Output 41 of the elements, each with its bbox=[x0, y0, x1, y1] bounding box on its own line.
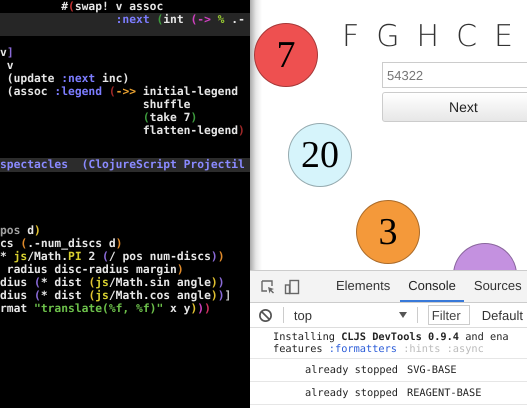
context-select[interactable]: top bbox=[294, 308, 407, 322]
code-line: shuffle bbox=[142, 98, 192, 111]
console-message: Installing CLJS DevTools 0.9.4 and ena features :formatters :hints :async bbox=[273, 331, 510, 355]
code-line: dius (* dist (js/Math.sin angle)) bbox=[0, 276, 226, 289]
next-button[interactable]: Next bbox=[382, 92, 527, 122]
code-line: (update :next inc) bbox=[6, 72, 130, 85]
device-icon[interactable] bbox=[284, 278, 300, 294]
code-line: rmat "translate(%f, %f)" x y))) bbox=[0, 302, 212, 315]
code-line: cs (.-num_discs d) bbox=[0, 237, 124, 250]
number-disc: 20 bbox=[288, 123, 352, 187]
legend-letter: H bbox=[416, 20, 440, 54]
devtools-tab[interactable]: Sources bbox=[466, 271, 527, 302]
code-line: (take 7) bbox=[142, 111, 198, 124]
filter-field[interactable]: Filter bbox=[428, 305, 470, 325]
code-line: pos d) bbox=[0, 224, 42, 237]
number-disc: 3 bbox=[356, 200, 420, 264]
code-line: #(swap! v assoc bbox=[60, 0, 164, 13]
code-line: radius disc-radius margin) bbox=[6, 263, 185, 276]
code-line: flatten-legend) bbox=[142, 124, 246, 137]
code-editor[interactable] bbox=[0, 0, 250, 408]
inspect-icon[interactable] bbox=[260, 278, 276, 294]
legend-letter: F bbox=[342, 20, 360, 54]
clear-console-icon[interactable] bbox=[258, 308, 273, 322]
code-line: * js/Math.PI 2 (/ pos num-discs)) bbox=[0, 250, 226, 263]
devtools-tab[interactable]: Console bbox=[400, 271, 464, 302]
console-value: SVG-BASE bbox=[407, 364, 457, 376]
code-line: v bbox=[6, 59, 15, 72]
console-message: already stopped bbox=[305, 387, 398, 399]
legend-letter: E bbox=[494, 20, 513, 54]
legend-letter: C bbox=[456, 20, 478, 54]
devtools-tab[interactable]: Elements bbox=[328, 271, 398, 302]
answer-field[interactable]: 54322 bbox=[382, 62, 527, 88]
console-message: already stopped bbox=[305, 364, 398, 376]
number-disc: 7 bbox=[254, 23, 318, 87]
legend-letter: G bbox=[376, 20, 400, 54]
code-line: v] bbox=[0, 46, 15, 59]
code-line: (assoc :legend (->> initial-legend bbox=[6, 85, 240, 98]
console-value: REAGENT-BASE bbox=[407, 387, 482, 399]
log-levels-button[interactable]: Default bbox=[478, 308, 527, 322]
code-line: dius (* dist (js/Math.cos angle))] bbox=[0, 289, 232, 302]
dropdown-icon bbox=[398, 312, 407, 318]
